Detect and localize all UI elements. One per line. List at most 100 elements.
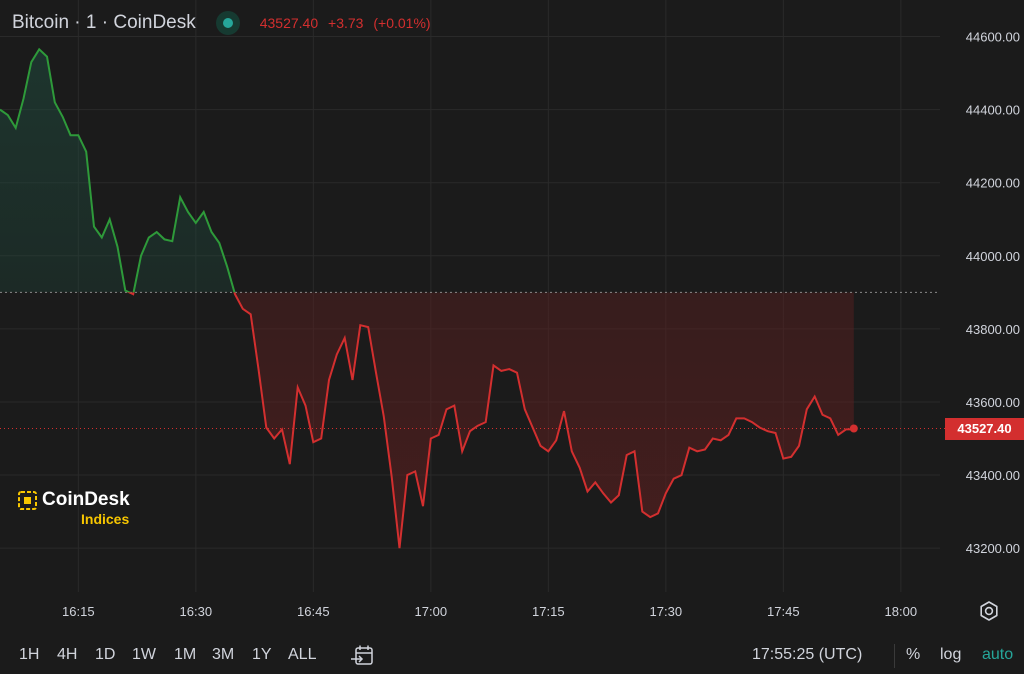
price-point <box>116 245 119 248</box>
price-point <box>664 492 667 495</box>
logo-sub: Indices <box>81 511 130 527</box>
price-point <box>625 453 628 456</box>
price-point <box>476 424 479 427</box>
symbol-title[interactable]: Bitcoin · 1 · CoinDesk <box>12 12 196 34</box>
price-point <box>555 439 558 442</box>
price-point <box>179 196 182 199</box>
calendar-goto-icon[interactable] <box>350 643 376 669</box>
price-point <box>38 48 41 51</box>
price-point <box>367 326 370 329</box>
price-point <box>437 433 440 436</box>
price-point <box>829 417 832 420</box>
x-tick-label: 16:30 <box>180 604 213 619</box>
price-point <box>751 421 754 424</box>
price-point <box>382 415 385 418</box>
price-point <box>14 126 17 129</box>
price-point <box>147 236 150 239</box>
x-tick-label: 17:00 <box>415 604 448 619</box>
price-point <box>798 444 801 447</box>
y-axis[interactable]: 44600.00 44400.00 44200.00 44000.00 43800.00… <box>966 30 1020 557</box>
price-chart[interactable]: 44600.00 44400.00 44200.00 44000.00 43800.00… <box>0 0 1024 640</box>
price-point <box>351 379 354 382</box>
price-point <box>657 512 660 515</box>
bottom-toolbar: 1H 4H 1D 1W 1M 3M 1Y ALL 17:55:25 (UTC) … <box>0 640 1024 674</box>
coindesk-indices-logo: CoinDesk Indices <box>18 489 130 527</box>
price-point <box>539 444 542 447</box>
price-point <box>445 408 448 411</box>
price-point <box>531 426 534 429</box>
price-point <box>696 450 699 453</box>
price-point <box>711 437 714 440</box>
gear-icon[interactable] <box>978 600 1000 622</box>
x-axis[interactable]: 16:15 16:30 16:45 17:00 17:15 17:30 17:45 18:00 <box>62 604 917 619</box>
price-point <box>813 395 816 398</box>
price-point <box>69 134 72 137</box>
y-tick-label: 44400.00 <box>966 103 1020 118</box>
timeframe-3m[interactable]: 3M <box>212 646 234 664</box>
price-point <box>680 474 683 477</box>
timeframe-4h[interactable]: 4H <box>57 646 77 664</box>
market-open-dot <box>222 18 233 28</box>
y-tick-label: 44200.00 <box>966 176 1020 191</box>
last-price: 43527.40 <box>259 15 319 31</box>
timeframe-1m[interactable]: 1M <box>174 646 196 664</box>
price-point <box>296 386 299 389</box>
x-tick-label: 17:15 <box>532 604 565 619</box>
price-point <box>610 501 613 504</box>
price-point <box>641 510 644 513</box>
price-point <box>241 307 244 310</box>
auto-scale-toggle[interactable]: auto <box>982 646 1013 664</box>
price-point <box>85 150 88 153</box>
price-point <box>704 448 707 451</box>
price-point <box>265 426 268 429</box>
y-tick-label: 43400.00 <box>966 468 1020 483</box>
price-point <box>649 516 652 519</box>
y-tick-label: 43200.00 <box>966 541 1020 556</box>
price-point <box>273 437 276 440</box>
price-point <box>469 430 472 433</box>
price-point <box>735 417 738 420</box>
y-tick-label: 43800.00 <box>966 322 1020 337</box>
x-tick-label: 16:15 <box>62 604 95 619</box>
market-status-icon[interactable] <box>215 11 240 35</box>
price-point <box>578 466 581 469</box>
price-point <box>570 450 573 453</box>
price-point <box>22 97 25 100</box>
price-point <box>100 236 103 239</box>
price-point <box>249 313 252 316</box>
price-change: +3.73 <box>328 15 364 31</box>
price-point <box>210 231 213 234</box>
chart-header: Bitcoin · 1 · CoinDesk 43527.40 +3.73 (+… <box>12 11 431 35</box>
utc-clock[interactable]: 17:55:25 (UTC) <box>752 646 862 664</box>
timeframe-1w[interactable]: 1W <box>132 646 156 664</box>
price-point <box>77 134 80 137</box>
price-point <box>398 547 401 550</box>
price-point <box>328 379 331 382</box>
timeframe-all[interactable]: ALL <box>288 646 316 664</box>
price-point <box>320 437 323 440</box>
price-point <box>93 225 96 228</box>
price-point <box>586 490 589 493</box>
logo-word: CoinDesk <box>42 489 130 510</box>
y-tick-label: 44600.00 <box>966 30 1020 45</box>
price-point <box>672 477 675 480</box>
timeframe-1d[interactable]: 1D <box>95 646 115 664</box>
price-point <box>766 430 769 433</box>
price-point <box>218 242 221 245</box>
log-scale-toggle[interactable]: log <box>940 646 961 664</box>
last-price-label: 43527.40 <box>945 417 1024 440</box>
x-tick-label: 16:45 <box>297 604 330 619</box>
price-point <box>30 61 33 64</box>
price-point <box>108 218 111 221</box>
price-point <box>484 421 487 424</box>
price-point <box>837 433 840 436</box>
price-point <box>53 101 56 104</box>
price-point <box>234 293 237 296</box>
price-point <box>429 437 432 440</box>
price-point <box>821 413 824 416</box>
price-point <box>422 505 425 508</box>
timeframe-1h[interactable]: 1H <box>19 646 39 664</box>
percent-scale-toggle[interactable]: % <box>906 646 920 664</box>
timeframe-1y[interactable]: 1Y <box>252 646 272 664</box>
price-point <box>602 492 605 495</box>
